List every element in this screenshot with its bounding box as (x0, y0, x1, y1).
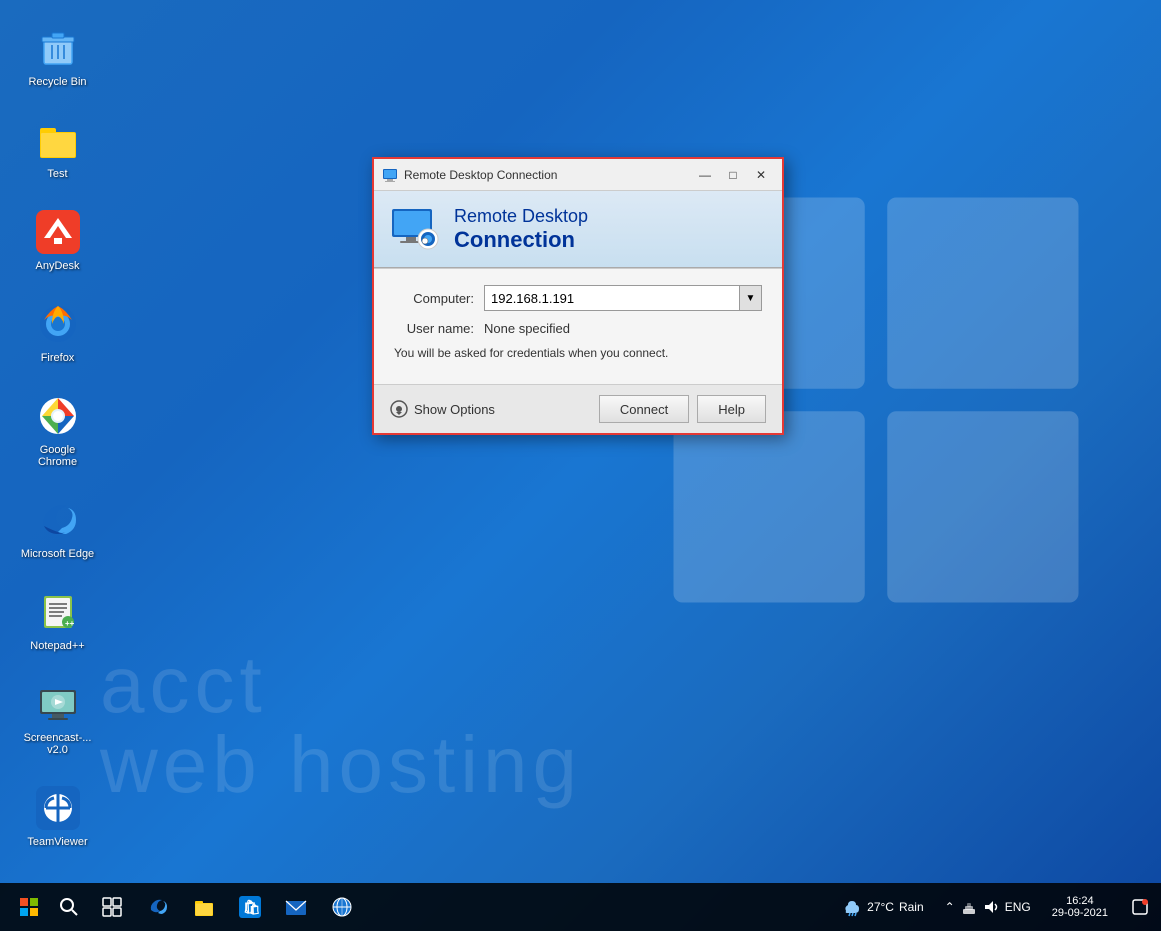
firefox-icon (34, 300, 82, 348)
start-button[interactable] (5, 883, 53, 931)
notepadpp-label: Notepad++ (20, 640, 95, 652)
show-hidden-button[interactable]: ⌃ (945, 900, 955, 914)
test-label: Test (20, 168, 95, 180)
teamviewer-icon (34, 784, 82, 832)
taskbar-date: 29-09-2021 (1052, 907, 1108, 919)
taskbar-network-icon (331, 896, 353, 918)
chrome-label: Google Chrome (20, 444, 95, 468)
taskbar-explorer-button[interactable] (182, 885, 226, 929)
volume-icon[interactable] (983, 899, 999, 915)
rdc-header-title1: Remote Desktop (454, 206, 766, 227)
rdc-info-text: You will be asked for credentials when y… (394, 346, 762, 360)
rdc-title-text: Remote Desktop Connection (404, 168, 557, 182)
rdc-body: Computer: ▼ User name: None specified Yo… (374, 268, 782, 384)
taskbar-weather[interactable]: 27°C Rain (834, 897, 932, 917)
desktop-icon-recycle-bin[interactable]: Recycle Bin (20, 20, 95, 92)
teamviewer-label: TeamViewer (20, 836, 95, 848)
computer-field-row: Computer: ▼ (394, 285, 762, 311)
username-label: User name: (394, 321, 484, 336)
computer-input[interactable] (484, 285, 762, 311)
username-field-row: User name: None specified (394, 321, 762, 336)
desktop-icon-firefox[interactable]: Firefox (20, 296, 95, 368)
taskbar-edge-icon (147, 896, 169, 918)
taskbar-store-icon: 🛍 (239, 896, 261, 918)
weather-temp: 27°C (867, 900, 894, 914)
screencast-label: Screencast-... v2.0 (20, 732, 95, 756)
anydesk-icon (34, 208, 82, 256)
computer-input-container: ▼ (484, 285, 762, 311)
maximize-button[interactable]: □ (720, 165, 746, 185)
notification-icon (1132, 899, 1148, 915)
taskbar-mail-button[interactable] (274, 885, 318, 929)
edge-label: Microsoft Edge (20, 548, 95, 560)
rdc-footer-buttons: Connect Help (599, 395, 766, 423)
desktop-icons-container: Recycle Bin Test (10, 10, 105, 862)
recycle-bin-icon (34, 24, 82, 72)
taskbar-pinned-icons: 🛍 (90, 885, 364, 929)
weather-condition: Rain (899, 900, 924, 914)
test-folder-icon (34, 116, 82, 164)
help-button[interactable]: Help (697, 395, 766, 423)
search-icon (59, 897, 79, 917)
search-button[interactable] (53, 883, 85, 931)
notepadpp-icon: ++ (34, 588, 82, 636)
svg-text:++: ++ (65, 619, 75, 628)
weather-icon (842, 897, 862, 917)
username-value: None specified (484, 321, 570, 336)
watermark-line2: web hosting (100, 719, 1161, 811)
computer-label: Computer: (394, 291, 484, 306)
rdc-header-text: Remote Desktop Connection (454, 206, 766, 253)
rdc-titlebar-controls: — □ ✕ (692, 165, 774, 185)
rdc-dialog: Remote Desktop Connection — □ ✕ (372, 157, 784, 435)
language-indicator[interactable]: ENG (1005, 900, 1031, 914)
rdc-titlebar: Remote Desktop Connection — □ ✕ (374, 159, 782, 191)
rdc-header-icon (390, 203, 442, 255)
desktop-icon-notepadpp[interactable]: ++ Notepad++ (20, 584, 95, 656)
screencast-icon (34, 680, 82, 728)
rdc-title-icon (382, 167, 398, 183)
taskbar-right: 27°C Rain ⌃ ENG (834, 883, 1156, 931)
computer-dropdown-arrow[interactable]: ▼ (739, 286, 761, 310)
start-icon (19, 897, 39, 917)
rdc-titlebar-left: Remote Desktop Connection (382, 167, 557, 183)
taskbar-store-button[interactable]: 🛍 (228, 885, 272, 929)
taskbar-explorer-icon (193, 896, 215, 918)
task-view-icon (102, 897, 122, 917)
taskbar-time: 16:24 (1066, 895, 1094, 907)
network-status-icon[interactable] (961, 899, 977, 915)
taskbar-network-button[interactable] (320, 885, 364, 929)
show-options-button[interactable]: Show Options (390, 400, 495, 418)
desktop-icon-teamviewer[interactable]: TeamViewer (20, 780, 95, 852)
anydesk-label: AnyDesk (20, 260, 95, 272)
desktop-icon-test[interactable]: Test (20, 112, 95, 184)
watermark-line1: acct (100, 639, 1161, 731)
desktop-icon-edge[interactable]: Microsoft Edge (20, 492, 95, 564)
taskbar: 🛍 (0, 883, 1161, 931)
rdc-footer: Show Options Connect Help (374, 384, 782, 433)
connect-button[interactable]: Connect (599, 395, 689, 423)
task-view-button[interactable] (90, 885, 134, 929)
edge-icon (34, 496, 82, 544)
minimize-button[interactable]: — (692, 165, 718, 185)
firefox-label: Firefox (20, 352, 95, 364)
taskbar-mail-icon (285, 896, 307, 918)
taskbar-datetime[interactable]: 16:24 29-09-2021 (1044, 895, 1116, 919)
desktop-icon-anydesk[interactable]: AnyDesk (20, 204, 95, 276)
taskbar-edge-button[interactable] (136, 885, 180, 929)
notification-center-button[interactable] (1124, 883, 1156, 931)
desktop-icon-google-chrome[interactable]: Google Chrome (20, 388, 95, 472)
desktop-icon-screencast[interactable]: Screencast-... v2.0 (20, 676, 95, 760)
close-button[interactable]: ✕ (748, 165, 774, 185)
show-options-label: Show Options (414, 402, 495, 417)
rdc-header-title2: Connection (454, 227, 766, 253)
chrome-icon (34, 392, 82, 440)
show-options-icon (390, 400, 408, 418)
rdc-header: Remote Desktop Connection (374, 191, 782, 268)
taskbar-system-icons: ⌃ ENG (940, 899, 1036, 915)
recycle-bin-label: Recycle Bin (20, 76, 95, 88)
svg-text:🛍: 🛍 (243, 899, 261, 915)
desktop: acct web hosting Recycle Bin (0, 0, 1161, 931)
